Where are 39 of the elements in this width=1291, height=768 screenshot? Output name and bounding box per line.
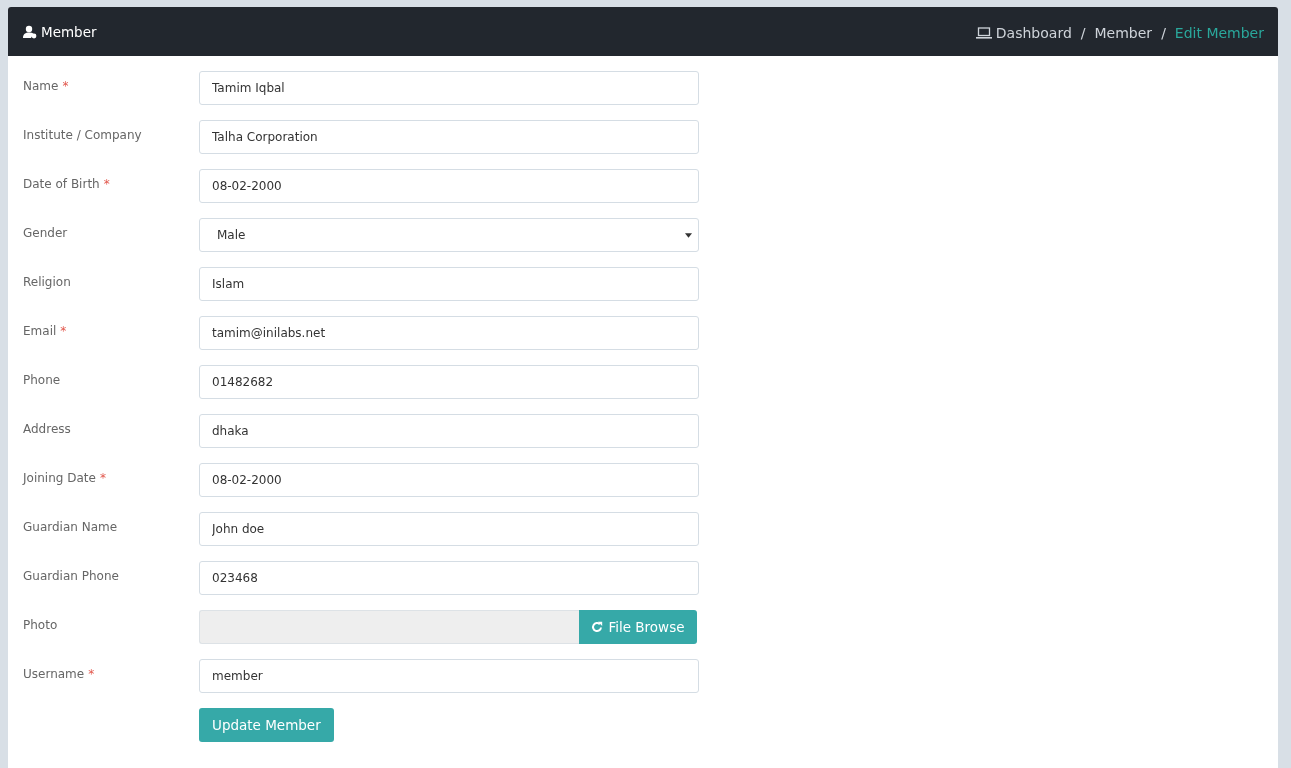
input-field[interactable]: Talha Corporation: [199, 120, 699, 154]
input-field[interactable]: Islam: [199, 267, 699, 301]
input-field[interactable]: 08-02-2000: [199, 463, 699, 497]
required-mark: *: [88, 667, 95, 681]
input-field[interactable]: dhaka: [199, 414, 699, 448]
user-icon: [23, 24, 37, 39]
select-field[interactable]: Male: [199, 218, 699, 252]
field-label: Gender: [23, 226, 68, 240]
input-field[interactable]: 023468: [199, 561, 699, 595]
field-label: Email: [23, 324, 57, 338]
required-mark: *: [99, 471, 106, 485]
required-mark: *: [103, 177, 110, 191]
input-field[interactable]: tamim@inilabs.net: [199, 316, 699, 350]
field-label: Name: [23, 79, 59, 93]
input-field[interactable]: 08-02-2000: [199, 169, 699, 203]
caret-icon: [685, 232, 692, 238]
breadcrumb-separator: /: [1161, 24, 1166, 41]
field-label: Institute / Company: [23, 128, 142, 142]
required-mark: *: [62, 79, 69, 93]
field-label: Date of Birth: [23, 177, 100, 191]
field-label: Username: [23, 667, 85, 681]
input-field[interactable]: member: [199, 659, 699, 693]
field-label: Photo: [23, 618, 58, 632]
breadcrumb-link[interactable]: Dashboard: [995, 24, 1072, 41]
field-label: Address: [23, 422, 71, 436]
refresh-icon: [591, 621, 604, 633]
input-field[interactable]: John doe: [199, 512, 699, 546]
input-field[interactable]: Tamim Iqbal: [199, 71, 699, 105]
page-title: Member: [41, 23, 97, 40]
field-label: Guardian Phone: [23, 569, 119, 583]
field-label: Religion: [23, 275, 71, 289]
field-label: Phone: [23, 373, 61, 387]
field-label: Joining Date: [23, 471, 96, 485]
input-field[interactable]: 01482682: [199, 365, 699, 399]
breadcrumb-current: Edit Member: [1174, 24, 1264, 41]
field-label: Guardian Name: [23, 520, 118, 534]
breadcrumb-separator: /: [1080, 24, 1086, 41]
breadcrumb-link[interactable]: Member: [1094, 24, 1153, 41]
required-mark: *: [60, 324, 67, 338]
